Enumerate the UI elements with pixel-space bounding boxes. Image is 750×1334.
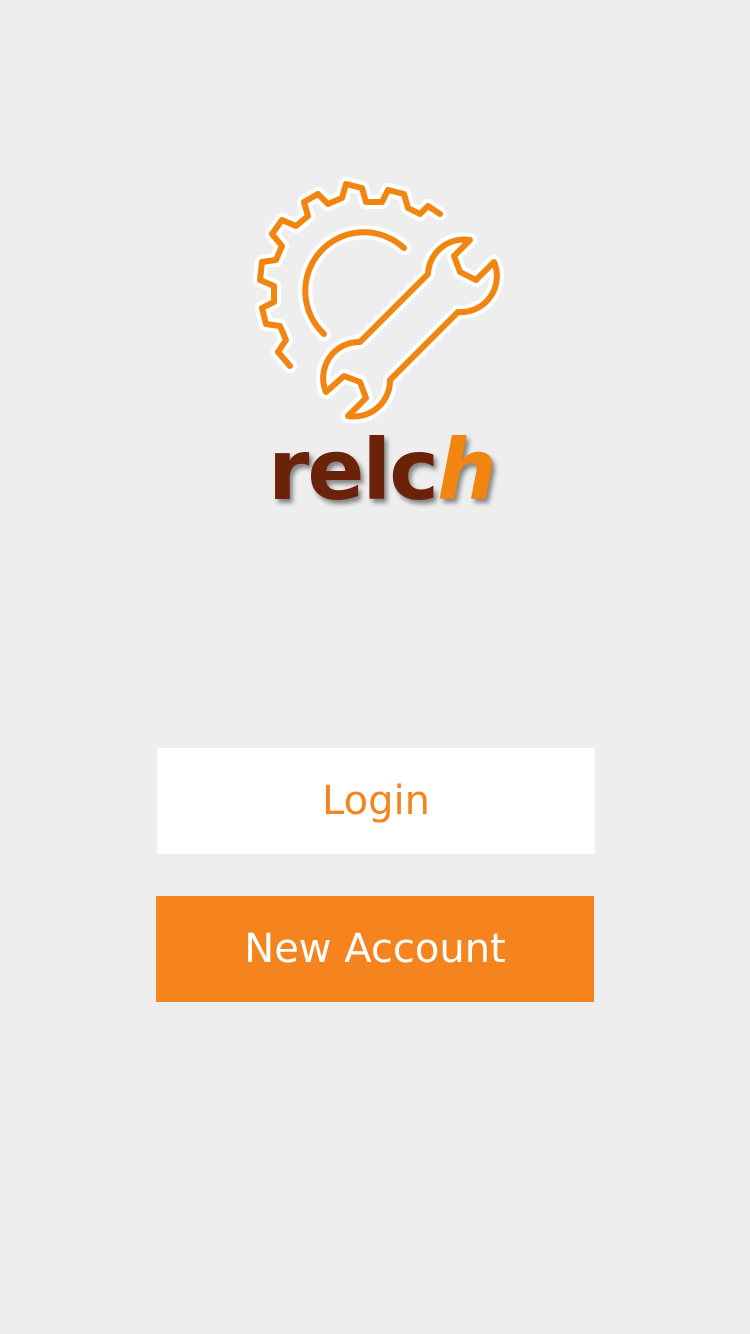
gear-wrench-icon: [253, 177, 504, 424]
app-wordmark: relch: [268, 428, 497, 512]
login-button[interactable]: Login: [157, 748, 595, 854]
wordmark-main: relc: [268, 421, 439, 519]
wordmark-accent: h: [436, 421, 497, 519]
new-account-button[interactable]: New Account: [156, 896, 594, 1002]
